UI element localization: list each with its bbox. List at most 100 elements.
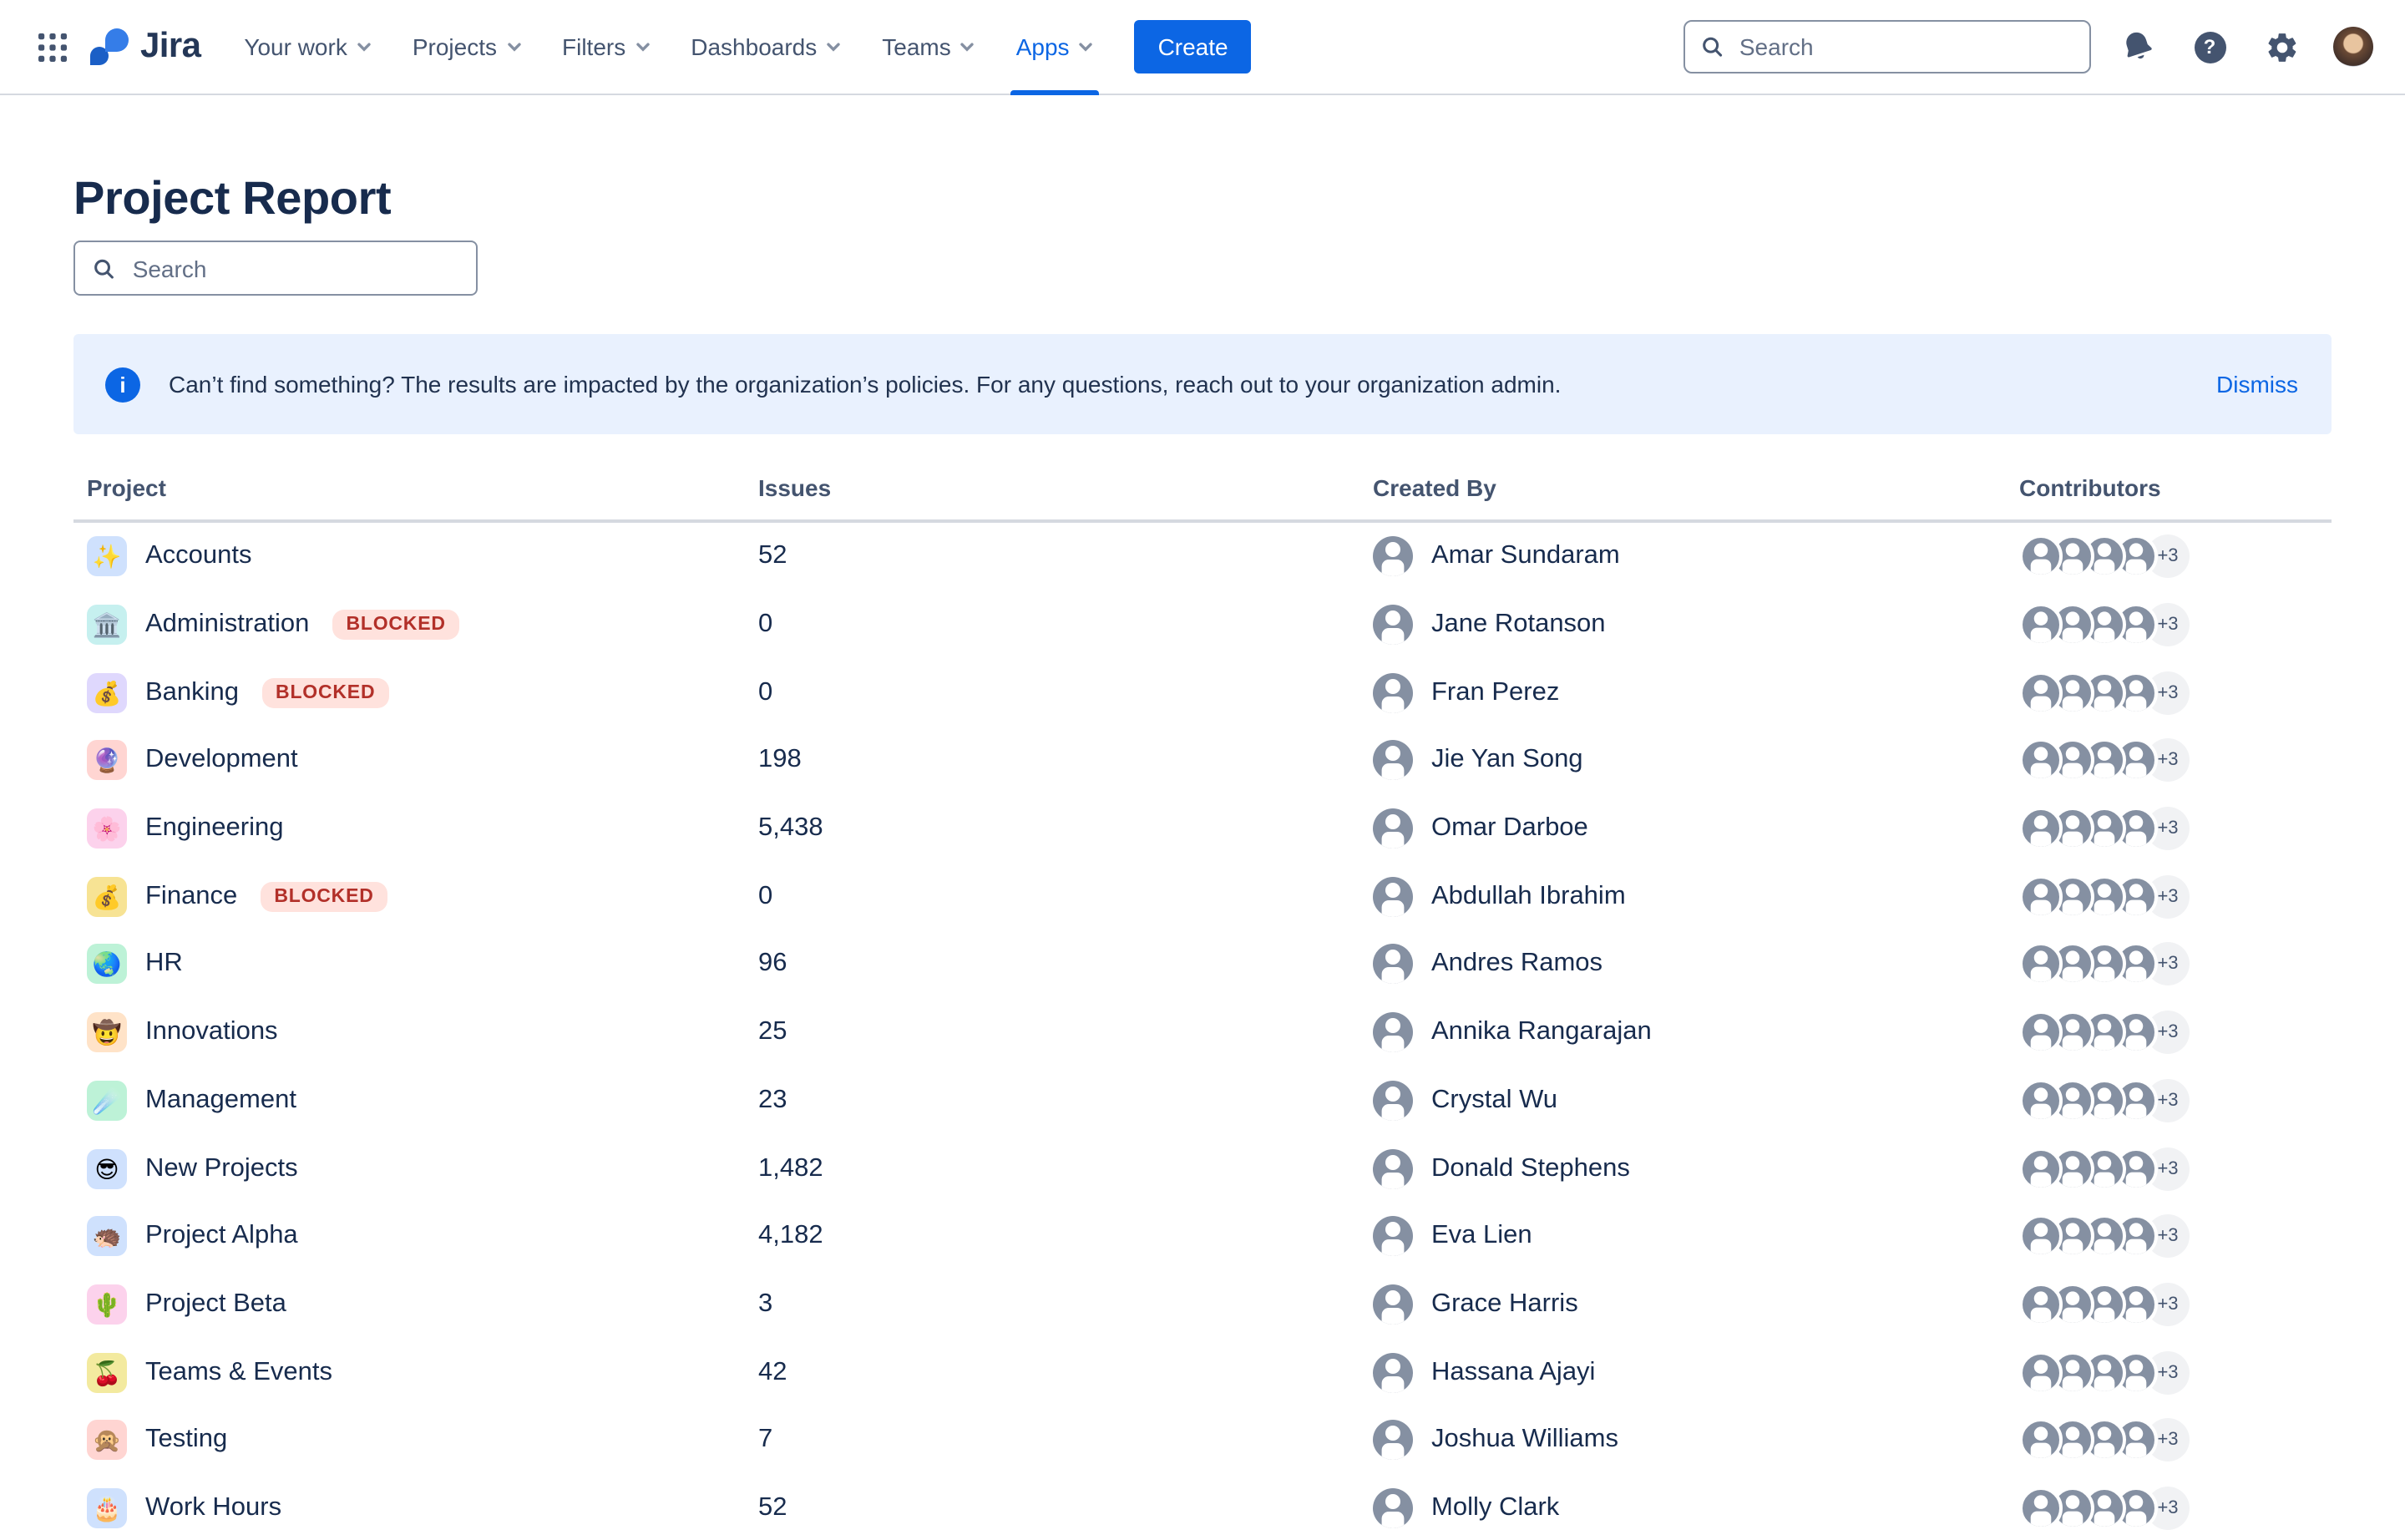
project-cell: ☄️ Management [73,1080,745,1121]
project-name-link[interactable]: Project Beta [145,1289,286,1320]
contributor-avatar-icon[interactable] [2019,738,2063,783]
project-name-link[interactable]: Work Hours [145,1493,281,1523]
project-emoji-icon: 🏛️ [87,605,127,646]
project-emoji-icon: 🦔 [87,1216,127,1257]
created-by-cell: Andres Ramos [1359,944,2006,985]
contributor-avatar-icon[interactable] [2019,1486,2063,1530]
help-icon[interactable]: ? [2185,22,2235,72]
nav-item-label: Apps [1015,33,1070,60]
contributor-avatar-icon[interactable] [2019,1011,2063,1055]
notifications-icon[interactable] [2113,22,2163,72]
project-name-link[interactable]: Teams & Events [145,1357,332,1387]
creator-name: Crystal Wu [1431,1085,1558,1114]
app-switcher-icon[interactable] [27,22,77,72]
contributors-avatars: +3 [2006,874,2332,919]
contributor-avatar-icon[interactable] [2019,807,2063,851]
project-emoji-icon: 🤠 [87,1012,127,1053]
project-name-link[interactable]: Management [145,1086,296,1116]
contributor-avatar-icon[interactable] [2019,1350,2063,1395]
creator-avatar-icon [1373,944,1413,985]
nav-item-projects[interactable]: Projects [392,0,542,94]
nav-item-teams[interactable]: Teams [862,0,995,94]
nav-item-your-work[interactable]: Your work [224,0,392,94]
created-by-cell: Grace Harris [1359,1284,2006,1325]
dismiss-button[interactable]: Dismiss [2216,371,2298,398]
project-name-link[interactable]: Engineering [145,813,283,843]
column-header-project: Project [87,474,166,501]
create-button[interactable]: Create [1134,20,1252,73]
contributor-avatar-icon[interactable] [2019,1282,2063,1326]
header-search[interactable] [1684,20,2091,73]
contributor-avatar-icon[interactable] [2019,874,2063,919]
project-name-link[interactable]: Finance [145,882,237,912]
top-nav: Jira Your work Projects Filters Dashboards T… [0,0,2405,95]
issues-count: 0 [758,677,773,707]
contributors-avatars: +3 [2006,534,2332,579]
creator-avatar-icon [1373,1420,1413,1461]
creator-avatar-icon [1373,1284,1413,1325]
project-emoji-icon: 🎂 [87,1487,127,1528]
project-cell: 🌵 Project Beta [73,1284,745,1325]
table-body: ✨ Accounts 52 Amar Sundaram +3 🏛️ Admini… [73,523,2332,1540]
nav-item-filters[interactable]: Filters [542,0,671,94]
app-window: Jira Your work Projects Filters Dashboards T… [0,0,2405,1540]
project-emoji-icon: 🌏 [87,944,127,985]
creator-name: Eva Lien [1431,1221,1532,1250]
project-cell: 💰 Finance BLOCKED [73,876,745,917]
chevron-down-icon [635,43,649,52]
project-name-link[interactable]: Accounts [145,542,252,572]
issues-count: 23 [758,1085,787,1114]
creator-avatar-icon [1373,1012,1413,1053]
project-emoji-icon: 🌸 [87,808,127,849]
info-icon: i [105,367,140,402]
table-row: 😎 New Projects 1,482 Donald Stephens +3 [73,1134,2332,1202]
settings-icon[interactable] [2256,22,2306,72]
page-search[interactable] [73,241,478,296]
contributor-avatar-icon[interactable] [2019,1214,2063,1259]
contributors-avatars: +3 [2006,942,2332,986]
project-emoji-icon: 💰 [87,876,127,917]
project-name-link[interactable]: Banking [145,677,239,707]
contributor-avatar-icon[interactable] [2019,603,2063,647]
project-name-link[interactable]: New Projects [145,1153,298,1183]
project-name-link[interactable]: Innovations [145,1017,278,1047]
contributor-avatar-icon[interactable] [2019,942,2063,986]
created-by-cell: Donald Stephens [1359,1148,2006,1189]
project-name-link[interactable]: Development [145,746,298,776]
project-name-link[interactable]: Administration [145,610,309,640]
search-icon [94,258,114,278]
created-by-cell: Abdullah Ibrahim [1359,876,2006,917]
created-by-cell: Fran Perez [1359,672,2006,713]
contributor-avatar-icon[interactable] [2019,1147,2063,1191]
contributor-avatar-icon[interactable] [2019,534,2063,579]
created-by-cell: Hassana Ajayi [1359,1352,2006,1393]
creator-name: Jane Rotanson [1431,610,1606,639]
project-emoji-icon: 🔮 [87,740,127,781]
creator-name: Grace Harris [1431,1289,1578,1318]
nav-item-dashboards[interactable]: Dashboards [671,0,862,94]
main-content: Project Report i Can’t find something? T… [0,95,2405,1540]
primary-nav: Your work Projects Filters Dashboards Teams A… [224,0,1114,94]
contributors-avatars: +3 [2006,1078,2332,1122]
project-name-link[interactable]: Project Alpha [145,1221,298,1251]
creator-avatar-icon [1373,740,1413,781]
column-header-created-by: Created By [1373,474,1496,501]
issues-count: 0 [758,881,773,910]
contributor-avatar-icon[interactable] [2019,1078,2063,1122]
page-title: Project Report [73,172,392,224]
user-avatar[interactable] [2328,22,2378,72]
page-search-input[interactable] [129,253,459,283]
creator-avatar-icon [1373,605,1413,646]
contributor-avatar-icon[interactable] [2019,1418,2063,1462]
blocked-badge: BLOCKED [262,677,389,708]
jira-logo[interactable]: Jira [90,27,201,67]
creator-name: Joshua Williams [1431,1425,1618,1454]
project-name-link[interactable]: Testing [145,1426,227,1456]
contributor-avatar-icon[interactable] [2019,671,2063,715]
nav-item-apps[interactable]: Apps [996,0,1115,94]
issues-count: 7 [758,1425,773,1454]
created-by-cell: Eva Lien [1359,1216,2006,1257]
table-row: 🙊 Testing 7 Joshua Williams +3 [73,1406,2332,1474]
header-search-input[interactable] [1735,32,2074,62]
project-name-link[interactable]: HR [145,950,183,980]
